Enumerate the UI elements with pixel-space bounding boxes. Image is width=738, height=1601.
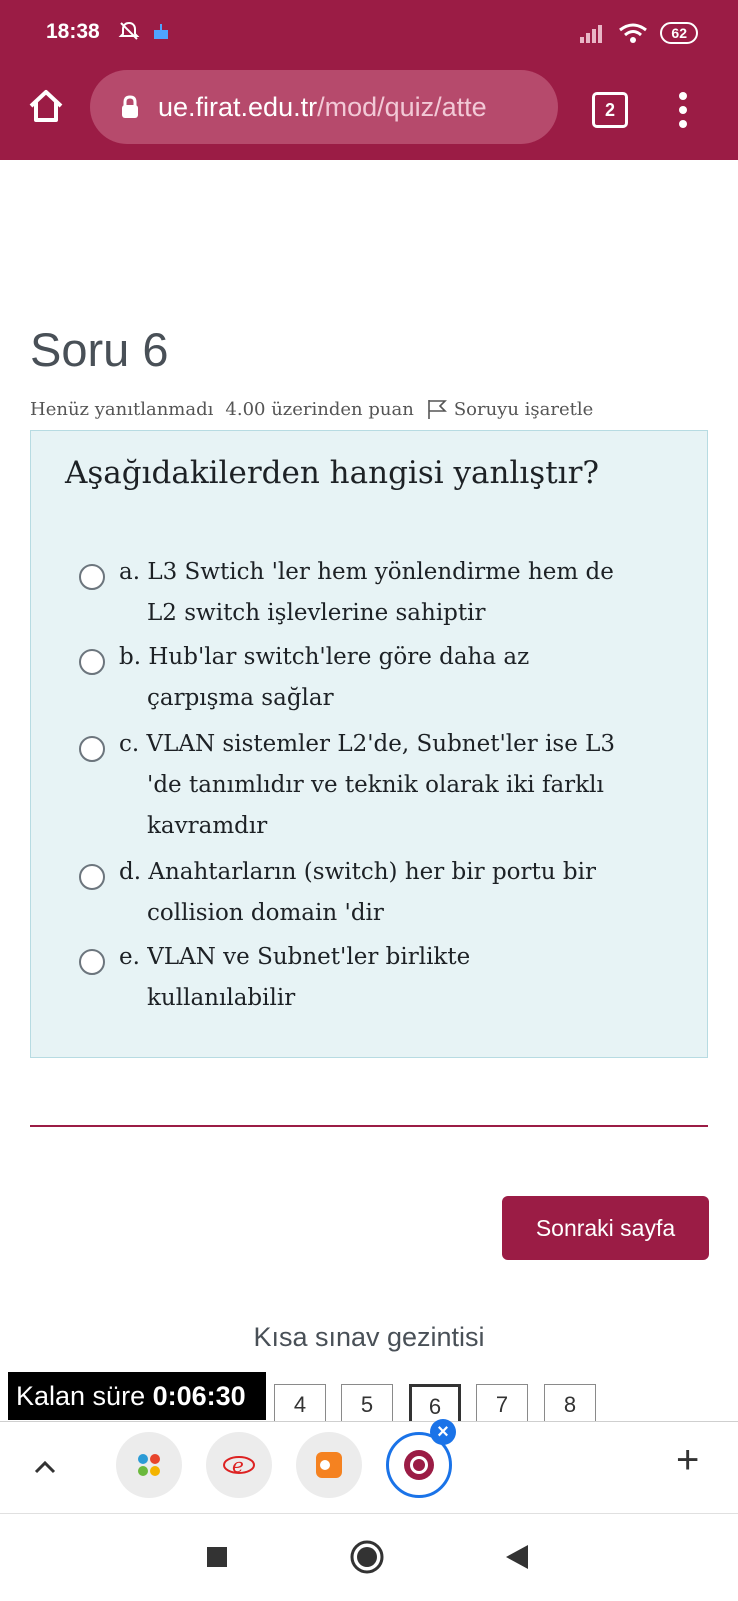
status-notification-icons xyxy=(118,20,172,42)
answer-e-line1: e. VLAN ve Subnet'ler birlikte xyxy=(119,944,471,970)
home-icon[interactable] xyxy=(26,86,66,126)
flag-question-link[interactable]: Soruyu işaretle xyxy=(426,398,593,420)
quiz-nav-button-5[interactable]: 5 xyxy=(341,1384,393,1424)
question-box: Aşağıdakilerden hangisi yanlıştır? a. L3… xyxy=(30,430,708,1058)
answer-option-b[interactable]: b. Hub'lar switch'lere göre daha az çarp… xyxy=(79,643,649,719)
quiz-nav-button-4[interactable]: 4 xyxy=(274,1384,326,1424)
university-seal-icon xyxy=(404,1450,434,1480)
new-tab-plus-icon[interactable]: + xyxy=(676,1438,699,1483)
signal-icon xyxy=(580,25,603,43)
tab-favicon-e-icon[interactable]: e xyxy=(206,1432,272,1498)
cake-icon xyxy=(154,24,168,39)
answer-c-line1: c. VLAN sistemler L2'de, Subnet'ler ise … xyxy=(119,731,616,757)
answer-label-d[interactable]: d. Anahtarların (switch) her bir portu b… xyxy=(119,852,649,934)
close-tab-icon[interactable]: × xyxy=(430,1419,456,1445)
radio-c[interactable] xyxy=(79,736,105,762)
answer-option-e[interactable]: e. VLAN ve Subnet'ler birlikte kullanıla… xyxy=(79,943,649,1019)
answer-label-b[interactable]: b. Hub'lar switch'lere göre daha az çarp… xyxy=(119,637,649,719)
svg-text:e: e xyxy=(232,1453,244,1477)
battery-indicator: 62 xyxy=(660,22,698,44)
answer-b-line1: b. Hub'lar switch'lere göre daha az xyxy=(119,644,530,670)
answer-d-line2: collision domain 'dir xyxy=(147,900,384,926)
browser-toolbar: 18:38 62 ue.firat.edu.tr/mod/quiz/atte 2 xyxy=(0,0,738,160)
answer-b-line2: çarpışma sağlar xyxy=(147,685,334,711)
question-status: Henüz yanıtlanmadı xyxy=(30,398,214,420)
bell-off-icon xyxy=(118,21,140,40)
timer: Kalan süre 0:06:30 xyxy=(8,1372,266,1420)
url-text[interactable]: ue.firat.edu.tr/mod/quiz/atte xyxy=(158,92,540,123)
answer-label-a[interactable]: a. L3 Swtich 'ler hem yönlendirme hem de… xyxy=(119,552,649,634)
answer-c-line3: kavramdır xyxy=(147,813,268,839)
lock-icon xyxy=(122,95,138,118)
recents-square-icon[interactable] xyxy=(206,1546,228,1568)
tab-favicon-orange-icon[interactable] xyxy=(296,1432,362,1498)
url-host: ue.firat.edu.tr xyxy=(158,91,318,122)
radio-a[interactable] xyxy=(79,564,105,590)
system-navigation-bar xyxy=(0,1513,738,1601)
divider xyxy=(30,1125,708,1127)
more-menu-icon[interactable] xyxy=(678,92,688,128)
question-title: Soru 6 xyxy=(30,323,169,376)
status-time: 18:38 xyxy=(46,20,100,43)
answer-option-c[interactable]: c. VLAN sistemler L2'de, Subnet'ler ise … xyxy=(79,730,649,847)
question-info: Henüz yanıtlanmadı 4.00 üzerinden puan S… xyxy=(30,398,593,420)
answer-d-line1: d. Anahtarların (switch) her bir portu b… xyxy=(119,859,596,885)
question-points: 4.00 üzerinden puan xyxy=(225,398,414,420)
answer-label-e[interactable]: e. VLAN ve Subnet'ler birlikte kullanıla… xyxy=(119,937,649,1019)
question-text: Aşağıdakilerden hangisi yanlıştır? xyxy=(65,455,600,491)
status-right-icons: 62 xyxy=(578,22,698,44)
answer-option-d[interactable]: d. Anahtarların (switch) her bir portu b… xyxy=(79,858,649,934)
home-circle-icon[interactable] xyxy=(350,1540,384,1574)
pinwheel-icon xyxy=(138,1454,160,1476)
answer-a-line2: L2 switch işlevlerine sahiptir xyxy=(147,600,486,626)
timer-value: 0:06:30 xyxy=(152,1381,246,1411)
back-triangle-icon[interactable] xyxy=(504,1544,530,1570)
orange-app-icon xyxy=(316,1452,342,1478)
tab-group-bar: e × + xyxy=(0,1419,738,1514)
chevron-up-icon[interactable] xyxy=(34,1460,56,1474)
url-path: /mod/quiz/atte xyxy=(317,91,487,122)
answer-e-line2: kullanılabilir xyxy=(147,985,296,1011)
flag-icon xyxy=(428,400,447,419)
radio-e[interactable] xyxy=(79,949,105,975)
quiz-nav-button-8[interactable]: 8 xyxy=(544,1384,596,1424)
address-bar[interactable]: ue.firat.edu.tr/mod/quiz/atte xyxy=(90,70,558,144)
flag-label: Soruyu işaretle xyxy=(453,398,594,420)
answer-a-line1: a. L3 Swtich 'ler hem yönlendirme hem de xyxy=(119,559,614,585)
radio-d[interactable] xyxy=(79,864,105,890)
timer-label: Kalan süre xyxy=(16,1381,146,1411)
quiz-navigation-title: Kısa sınav gezintisi xyxy=(253,1322,485,1352)
answer-option-a[interactable]: a. L3 Swtich 'ler hem yönlendirme hem de… xyxy=(79,558,649,634)
wifi-icon xyxy=(619,23,648,43)
tab-favicon-pinwheel-icon[interactable] xyxy=(116,1432,182,1498)
quiz-nav-button-6-current[interactable]: 6 xyxy=(409,1384,461,1424)
radio-b[interactable] xyxy=(79,649,105,675)
answer-label-c[interactable]: c. VLAN sistemler L2'de, Subnet'ler ise … xyxy=(119,724,649,847)
quiz-nav-button-7[interactable]: 7 xyxy=(476,1384,528,1424)
next-page-button[interactable]: Sonraki sayfa xyxy=(502,1196,709,1260)
answer-c-line2: 'de tanımlıdır ve teknik olarak iki fark… xyxy=(147,772,604,798)
e-logo-icon: e xyxy=(223,1453,255,1477)
tab-switcher-button[interactable]: 2 xyxy=(592,92,628,128)
